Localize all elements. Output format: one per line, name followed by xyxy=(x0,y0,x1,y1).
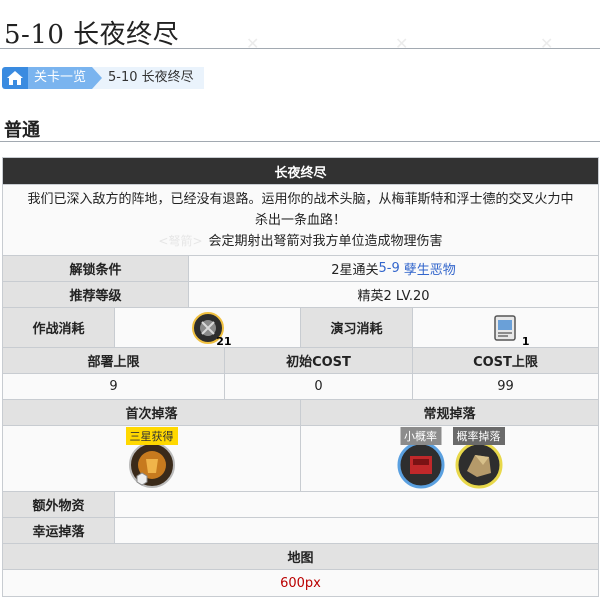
description-line-2: 杀出一条血路！ xyxy=(254,212,346,228)
regular-drop-item-2[interactable]: 概率掉落 xyxy=(452,426,505,489)
breadcrumb: 关卡一览 5-10 长夜终尽 xyxy=(2,66,204,90)
furniture-icon xyxy=(128,441,175,488)
section-title: 普通 xyxy=(4,120,40,141)
material-icon xyxy=(397,441,444,488)
first-drop-badge: 三星获得 xyxy=(125,426,178,445)
map-label: 地图 xyxy=(3,544,598,569)
regular-drop-label: 常规掉落 xyxy=(301,400,598,425)
regular-drop-cell: 小概率 概率掉落 xyxy=(301,426,598,491)
first-drop-item[interactable]: 三星获得 xyxy=(125,426,178,489)
breadcrumb-home[interactable] xyxy=(2,67,28,89)
description-line-1: 我们已深入敌方的阵地，已经没有退路。运用你的战术头脑，从梅菲斯特和浮士德的交叉火… xyxy=(27,191,574,207)
effect-text: 会定期射出弩箭对我方单位造成物理伤害 xyxy=(208,233,443,249)
background-pattern: ✕ xyxy=(395,34,409,53)
battle-cost-cell: 21 xyxy=(115,308,301,348)
title-divider xyxy=(0,48,600,49)
deploy-limit-value: 9 xyxy=(3,374,225,399)
practice-cost-label: 演习消耗 xyxy=(301,308,413,347)
background-pattern: ✕ xyxy=(540,34,554,53)
first-drop-label: 首次掉落 xyxy=(3,400,301,425)
breadcrumb-current: 5-10 长夜终尽 xyxy=(92,67,204,89)
unlock-stage-name-link[interactable]: 孽生恶物 xyxy=(404,259,456,278)
recommended-level-label: 推荐等级 xyxy=(3,282,189,307)
effect-tag: <弩箭> xyxy=(158,233,203,248)
deploy-limit-label: 部署上限 xyxy=(3,348,225,373)
battle-cost-label: 作战消耗 xyxy=(3,308,115,347)
regular-drop-badge-1: 小概率 xyxy=(400,426,441,445)
initial-cost-label: 初始COST xyxy=(225,348,413,373)
regular-drop-item-1[interactable]: 小概率 xyxy=(397,426,445,489)
page-title: 5-10 长夜终尽 xyxy=(4,20,180,50)
extra-supplies-value xyxy=(115,492,598,517)
material-icon xyxy=(455,441,502,488)
sanity-icon: 21 xyxy=(191,311,232,348)
stage-info-table: 长夜终尽 我们已深入敌方的阵地，已经没有退路。运用你的战术头脑，从梅菲斯特和浮士… xyxy=(2,157,599,597)
unlock-label: 解锁条件 xyxy=(3,256,189,281)
stage-description: 我们已深入敌方的阵地，已经没有退路。运用你的战术头脑，从梅菲斯特和浮士德的交叉火… xyxy=(3,185,598,255)
practice-cost-value: 1 xyxy=(521,334,530,348)
practice-cost-cell: 1 xyxy=(413,308,598,348)
section-divider xyxy=(0,141,600,142)
battle-cost-value: 21 xyxy=(216,334,232,348)
map-value: 600px xyxy=(3,570,598,596)
home-icon xyxy=(7,71,23,85)
extra-supplies-label: 额外物资 xyxy=(3,492,115,517)
lucky-drop-label: 幸运掉落 xyxy=(3,518,115,543)
cost-cap-value: 99 xyxy=(413,374,598,399)
unlock-stage-code-link[interactable]: 5-9 xyxy=(379,261,400,276)
initial-cost-value: 0 xyxy=(225,374,413,399)
recommended-level-value: 精英2 LV.20 xyxy=(189,282,598,307)
background-pattern: ✕ xyxy=(246,34,260,53)
stage-name: 长夜终尽 xyxy=(3,158,598,184)
practice-plan-icon: 1 xyxy=(490,312,530,348)
unlock-prefix: 2星通关 xyxy=(331,263,379,278)
first-drop-cell: 三星获得 xyxy=(3,426,301,491)
lucky-drop-value xyxy=(115,518,598,543)
cost-cap-label: COST上限 xyxy=(413,348,598,373)
unlock-value: 2星通关 5-9 孽生恶物 xyxy=(189,256,598,281)
regular-drop-badge-2: 概率掉落 xyxy=(452,426,505,445)
breadcrumb-stage-list[interactable]: 关卡一览 xyxy=(28,67,103,89)
